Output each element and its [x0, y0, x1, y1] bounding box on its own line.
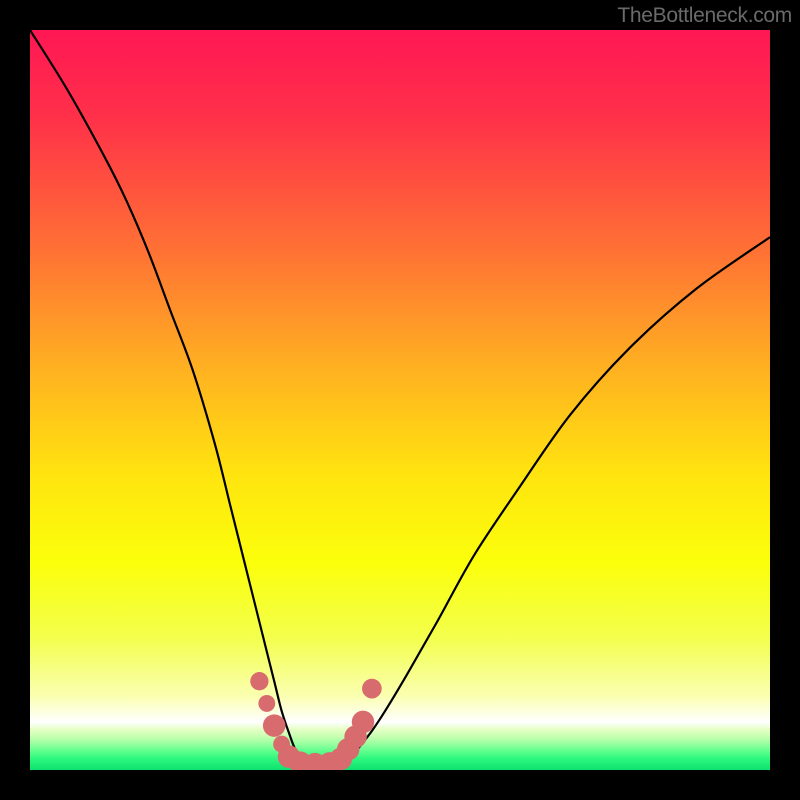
curve-marker	[362, 679, 382, 699]
plot-area	[30, 30, 770, 770]
curve-layer	[30, 30, 770, 770]
watermark-text: TheBottleneck.com	[617, 4, 792, 28]
highlight-markers	[250, 672, 381, 770]
curve-marker	[258, 695, 275, 712]
chart-container: TheBottleneck.com	[0, 0, 800, 800]
curve-marker	[263, 714, 285, 736]
curve-marker	[352, 711, 374, 733]
curve-marker	[250, 672, 268, 690]
bottleneck-curve	[30, 30, 770, 766]
